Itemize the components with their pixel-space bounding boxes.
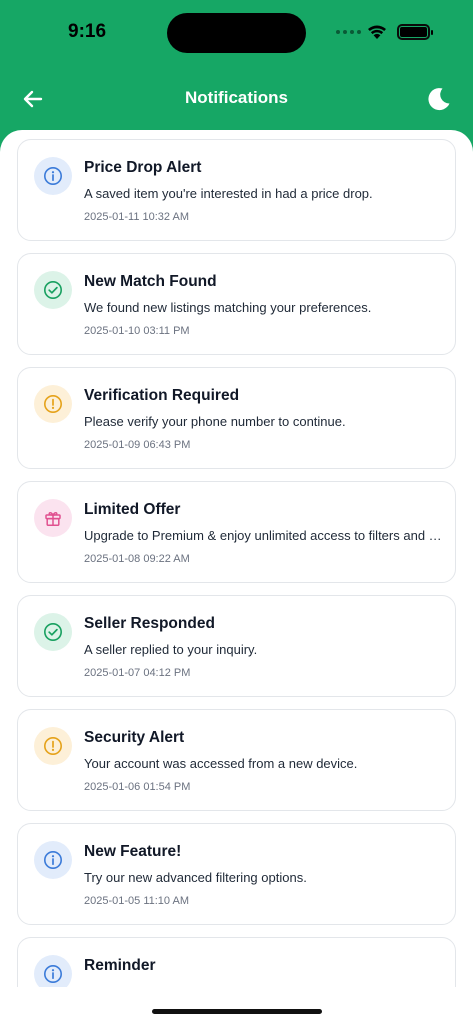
cellular-signal-icon	[336, 30, 361, 34]
notification-timestamp: 2025-01-07 04:12 PM	[84, 667, 191, 679]
page-title: Notifications	[185, 88, 288, 107]
gift-icon	[34, 499, 72, 537]
notification-title: New Feature!	[84, 843, 182, 860]
notification-title: Seller Responded	[84, 615, 215, 632]
alert-circle-icon	[34, 385, 72, 423]
notification-card[interactable]: Security Alert Your account was accessed …	[17, 709, 456, 811]
notification-card[interactable]: New Match Found We found new listings mat…	[17, 253, 456, 355]
notification-message: Please verify your phone number to conti…	[84, 414, 346, 429]
dark-mode-toggle[interactable]	[423, 83, 455, 115]
notification-list: Price Drop Alert A saved item you're inte…	[17, 139, 456, 987]
notification-title: Reminder	[84, 957, 156, 974]
notification-message: Upgrade to Premium & enjoy unlimited acc…	[84, 528, 444, 543]
notification-card[interactable]: New Feature! Try our new advanced filteri…	[17, 823, 456, 925]
nav-bar: Notifications	[0, 76, 473, 120]
status-bar: 9:16	[0, 0, 473, 64]
notification-card[interactable]: Verification Required Please verify your …	[17, 367, 456, 469]
notification-card[interactable]: Limited Offer Upgrade to Premium & enjoy …	[17, 481, 456, 583]
notification-title: New Match Found	[84, 273, 217, 290]
notification-timestamp: 2025-01-05 11:10 AM	[84, 895, 189, 907]
notification-title: Security Alert	[84, 729, 185, 746]
home-indicator	[152, 1009, 322, 1014]
notification-message: Try our new advanced filtering options.	[84, 870, 307, 885]
notification-title: Verification Required	[84, 387, 240, 404]
notification-card[interactable]: Seller Responded A seller replied to your…	[17, 595, 456, 697]
check-circle-icon	[34, 613, 72, 651]
wifi-icon	[368, 25, 386, 39]
info-icon	[34, 955, 72, 987]
notification-card[interactable]: Reminder	[17, 937, 456, 987]
notification-timestamp: 2025-01-08 09:22 AM	[84, 553, 190, 565]
moon-icon	[428, 88, 450, 111]
info-icon	[34, 157, 72, 195]
alert-circle-icon	[34, 727, 72, 765]
notification-message: We found new listings matching your pref…	[84, 300, 372, 315]
status-time: 9:16	[68, 21, 107, 42]
battery-icon	[397, 24, 433, 40]
notifications-panel: Price Drop Alert A saved item you're inte…	[0, 130, 473, 987]
notification-message: Your account was accessed from a new dev…	[84, 756, 358, 771]
check-circle-icon	[34, 271, 72, 309]
info-icon	[34, 841, 72, 879]
notification-title: Limited Offer	[84, 501, 181, 518]
notification-timestamp: 2025-01-11 10:32 AM	[84, 211, 189, 223]
notification-message: A saved item you're interested in had a …	[84, 186, 373, 201]
notification-timestamp: 2025-01-10 03:11 PM	[84, 325, 190, 337]
dynamic-island	[167, 13, 306, 53]
notification-card[interactable]: Price Drop Alert A saved item you're inte…	[17, 139, 456, 241]
notification-timestamp: 2025-01-09 06:43 PM	[84, 439, 191, 451]
notification-title: Price Drop Alert	[84, 159, 202, 176]
notification-message: A seller replied to your inquiry.	[84, 642, 258, 657]
notification-timestamp: 2025-01-06 01:54 PM	[84, 781, 191, 793]
